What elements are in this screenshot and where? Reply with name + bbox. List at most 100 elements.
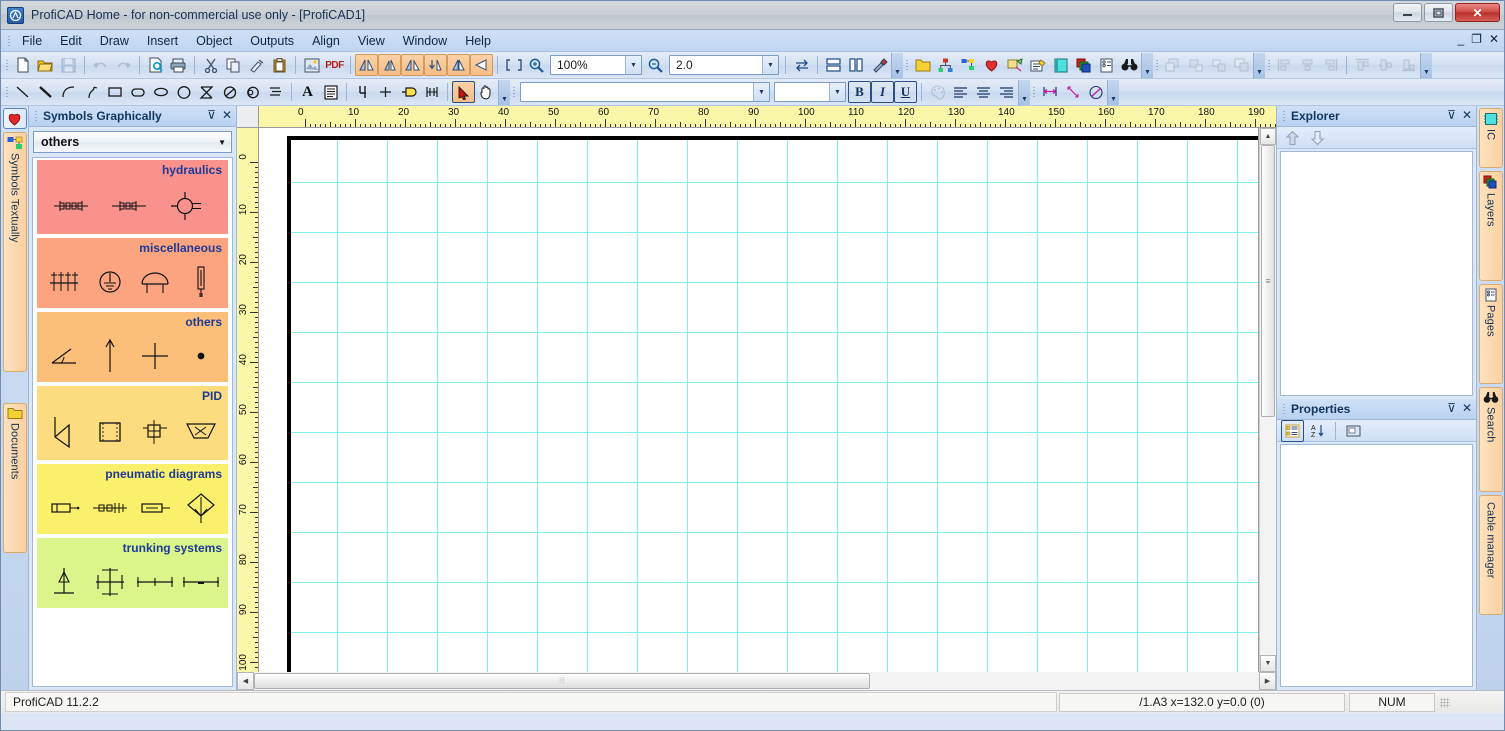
- symbol-pneumatic-filter[interactable]: [181, 491, 221, 525]
- italic-button[interactable]: I: [871, 81, 894, 103]
- symbols-list-container[interactable]: hydraulics miscellaneous others PID pneu…: [32, 157, 233, 687]
- symbol-trunk-straight[interactable]: [135, 573, 175, 591]
- ellipse-icon[interactable]: [149, 81, 172, 103]
- toolbar-grip-draw[interactable]: [3, 84, 11, 100]
- toolbar-grip-objects[interactable]: [903, 57, 911, 73]
- polyline-list-icon[interactable]: [264, 81, 287, 103]
- sidebar-tab-symbols-graphically[interactable]: [2, 108, 27, 129]
- sidebar-tab-layers[interactable]: Layers: [1478, 171, 1503, 281]
- chevron-down-icon[interactable]: ▼: [753, 83, 769, 101]
- thick-line-icon[interactable]: [34, 81, 57, 103]
- symbol-arrow-up[interactable]: [90, 338, 130, 374]
- menu-item-view[interactable]: View: [349, 32, 394, 50]
- grid-size-combo[interactable]: 2.0 ▼: [669, 55, 779, 75]
- toolbar-overflow-button-dimension[interactable]: [1107, 79, 1119, 105]
- sidebar-tab-cable-manager[interactable]: Cable manager: [1478, 495, 1503, 615]
- print-icon[interactable]: [167, 54, 190, 76]
- menu-item-draw[interactable]: Draw: [91, 32, 138, 50]
- align-text-left-icon[interactable]: [949, 81, 972, 103]
- close-panel-button[interactable]: ✕: [222, 108, 232, 122]
- zoom-in-icon[interactable]: [525, 54, 548, 76]
- scroll-right-arrow[interactable]: ▶: [1259, 672, 1276, 690]
- font-name-combo[interactable]: ▼: [520, 82, 770, 102]
- menu-item-window[interactable]: Window: [394, 32, 456, 50]
- symbol-trunk-riser[interactable]: [44, 565, 84, 599]
- terminal-pin-icon[interactable]: [351, 81, 374, 103]
- layers-icon[interactable]: [1072, 54, 1095, 76]
- group-objects-icon[interactable]: [957, 54, 980, 76]
- undo-icon[interactable]: [89, 54, 112, 76]
- hierarchy-icon[interactable]: [934, 54, 957, 76]
- color-palette-icon[interactable]: [926, 81, 949, 103]
- paste-icon[interactable]: [268, 54, 291, 76]
- cut-icon[interactable]: [199, 54, 222, 76]
- menu-item-outputs[interactable]: Outputs: [241, 32, 303, 50]
- symbol-dot-point[interactable]: [181, 349, 221, 363]
- chevron-down-icon[interactable]: ▼: [762, 56, 778, 74]
- align-left-icon[interactable]: [1273, 54, 1296, 76]
- symbol-terminal-strip[interactable]: [44, 269, 84, 295]
- toolbar-grip-file[interactable]: [3, 57, 11, 73]
- sidebar-tab-pages[interactable]: Pages: [1478, 284, 1503, 384]
- swap-icon[interactable]: [790, 54, 813, 76]
- menu-item-insert[interactable]: Insert: [138, 32, 187, 50]
- close-panel-button[interactable]: ✕: [1462, 401, 1472, 415]
- export-pdf-icon[interactable]: PDF: [323, 54, 346, 76]
- mdi-restore-button[interactable]: ❐: [1471, 33, 1482, 46]
- binoculars-search-icon[interactable]: [1118, 54, 1141, 76]
- symbol-pneumatic-valve[interactable]: [90, 499, 130, 517]
- connector-dot-icon[interactable]: [397, 81, 420, 103]
- align-bottom-icon[interactable]: [1397, 54, 1420, 76]
- toolbar-overflow-button-objects[interactable]: [1141, 52, 1153, 78]
- align-center-icon[interactable]: [1296, 54, 1319, 76]
- drawing-canvas[interactable]: [259, 128, 1259, 672]
- close-button[interactable]: ✕: [1455, 3, 1500, 22]
- bezier-curve-icon[interactable]: [80, 81, 103, 103]
- underline-button[interactable]: U: [894, 81, 917, 103]
- toolbar-overflow-button-draw[interactable]: [498, 79, 510, 105]
- save-file-icon[interactable]: [57, 54, 80, 76]
- canvas-horizontal-scrollbar[interactable]: ◀ ⦙⦙⦙ ▶: [237, 672, 1276, 690]
- pin-panel-button[interactable]: ⊽: [1447, 401, 1456, 415]
- toolbar-grip-align[interactable]: [1265, 57, 1273, 73]
- menu-item-align[interactable]: Align: [303, 32, 349, 50]
- arc-icon[interactable]: [57, 81, 80, 103]
- resize-grip[interactable]: [1437, 695, 1451, 709]
- rectangle-icon[interactable]: [103, 81, 126, 103]
- symbol-pid-instrument[interactable]: [135, 418, 175, 446]
- chevron-down-icon[interactable]: ▼: [218, 138, 226, 147]
- alphabetical-sort-icon[interactable]: AZ: [1306, 420, 1329, 442]
- no-fill-circle-icon[interactable]: [218, 81, 241, 103]
- menu-item-object[interactable]: Object: [187, 32, 241, 50]
- pages-icon[interactable]: [1095, 54, 1118, 76]
- settings-tools-icon[interactable]: [868, 54, 891, 76]
- toolbar-overflow-button-font[interactable]: [1018, 79, 1030, 105]
- insert-symbol-icon[interactable]: [1003, 54, 1026, 76]
- send-backward-icon[interactable]: [1207, 54, 1230, 76]
- tile-vertical-icon[interactable]: [845, 54, 868, 76]
- pin-panel-button[interactable]: ⊽: [207, 108, 216, 122]
- toolbar-grip-order[interactable]: [1153, 57, 1161, 73]
- bus-connection-icon[interactable]: [420, 81, 443, 103]
- horizontal-ruler[interactable]: 0 10 20 30 40 50 60 70 80 90 100 110 120 130 140 150 160…: [259, 106, 1276, 128]
- symbol-hydraulic-pump[interactable]: [167, 189, 207, 223]
- open-file-icon[interactable]: [34, 54, 57, 76]
- symbol-pid-hopper[interactable]: [181, 420, 221, 444]
- panel-grip[interactable]: [32, 108, 40, 124]
- scroll-left-arrow[interactable]: ◀: [237, 672, 254, 690]
- drawing-page[interactable]: [287, 136, 1258, 672]
- print-preview-icon[interactable]: [144, 54, 167, 76]
- select-pointer-icon[interactable]: [452, 81, 475, 103]
- redo-icon[interactable]: [112, 54, 135, 76]
- pan-hand-icon[interactable]: [475, 81, 498, 103]
- symbol-thermometer[interactable]: [181, 265, 221, 299]
- horizontal-scroll-track[interactable]: ⦙⦙⦙: [254, 672, 1259, 690]
- flip-vertical-icon[interactable]: [470, 54, 493, 76]
- symbol-category-select[interactable]: others ▼: [33, 131, 232, 153]
- font-size-combo[interactable]: ▼: [774, 82, 846, 102]
- zoom-level-combo[interactable]: 100% ▼: [550, 55, 642, 75]
- hourglass-shape-icon[interactable]: [195, 81, 218, 103]
- rounded-rectangle-icon[interactable]: [126, 81, 149, 103]
- menu-grip[interactable]: [5, 33, 13, 49]
- mirror-horizontal-icon[interactable]: [355, 54, 378, 76]
